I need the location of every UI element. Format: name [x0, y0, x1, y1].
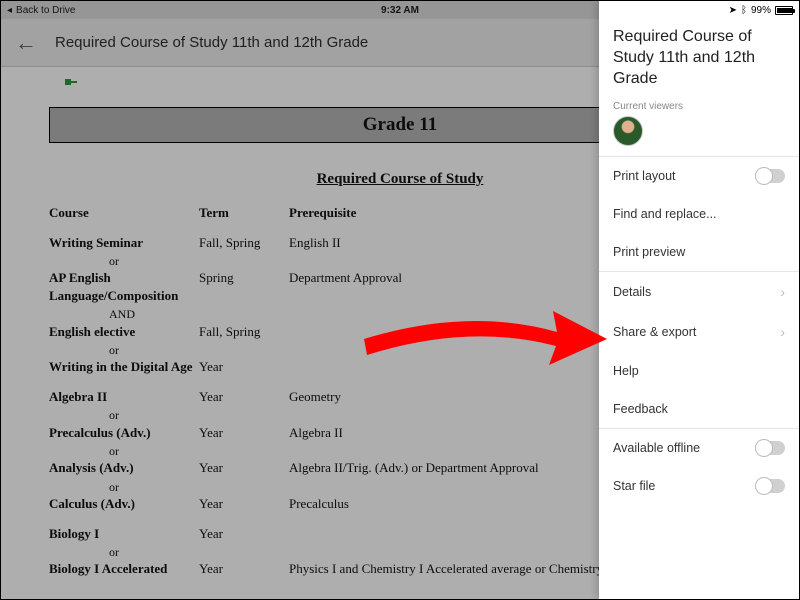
- battery-pct: 99%: [751, 5, 771, 16]
- menu-label: Feedback: [613, 402, 668, 416]
- course-term: Year: [199, 560, 289, 578]
- location-icon: ➤: [729, 5, 737, 16]
- menu-label: Share & export: [613, 325, 696, 339]
- course-name: Writing Seminar: [49, 234, 199, 252]
- menu-label: Available offline: [613, 441, 700, 455]
- menu-help[interactable]: Help: [599, 352, 799, 390]
- course-name: Precalculus (Adv.): [49, 424, 199, 442]
- course-term: Year: [199, 495, 289, 513]
- annotation-arrow: [359, 299, 609, 389]
- back-to-drive-link[interactable]: ◂ Back to Drive: [7, 5, 76, 16]
- col-header-course: Course: [49, 204, 199, 222]
- course-name: English elective: [49, 323, 199, 341]
- panel-title: Required Course of Study 11th and 12th G…: [599, 19, 799, 101]
- clock: 9:32 AM: [381, 5, 419, 16]
- menu-star-file[interactable]: Star file: [599, 467, 799, 505]
- doc-title: Required Course of Study 11th and 12th G…: [55, 34, 368, 51]
- course-name: Writing in the Digital Age: [49, 358, 199, 376]
- course-term: Year: [199, 424, 289, 442]
- course-term: Year: [199, 358, 289, 376]
- course-name: Analysis (Adv.): [49, 459, 199, 477]
- back-arrow-icon[interactable]: ←: [15, 30, 37, 56]
- side-panel: ➤ ᛒ 99% Required Course of Study 11th an…: [599, 1, 799, 599]
- course-term: Year: [199, 388, 289, 406]
- toggle-star-file[interactable]: [757, 479, 785, 493]
- course-name: AP English Language/Composition: [49, 269, 199, 304]
- menu-label: Star file: [613, 479, 655, 493]
- menu-details[interactable]: Details ›: [599, 272, 799, 312]
- bluetooth-icon: ᛒ: [741, 5, 747, 16]
- course-name: Biology I Accelerated: [49, 560, 199, 578]
- course-term: Fall, Spring: [199, 234, 289, 252]
- menu-print-layout[interactable]: Print layout: [599, 157, 799, 195]
- course-term: Spring: [199, 269, 289, 304]
- menu-share-export[interactable]: Share & export ›: [599, 312, 799, 352]
- menu-find-replace[interactable]: Find and replace...: [599, 195, 799, 233]
- viewers-label: Current viewers: [599, 101, 799, 112]
- course-name: Biology I: [49, 525, 199, 543]
- battery-icon: [775, 6, 793, 15]
- toggle-available-offline[interactable]: [757, 441, 785, 455]
- toggle-print-layout[interactable]: [757, 169, 785, 183]
- col-header-term: Term: [199, 204, 289, 222]
- chevron-right-icon: ›: [780, 324, 785, 340]
- cursor-marker: [65, 79, 71, 85]
- viewer-avatar[interactable]: [613, 116, 643, 146]
- course-name: Algebra II: [49, 388, 199, 406]
- menu-label: Print layout: [613, 169, 676, 183]
- menu-label: Details: [613, 285, 651, 299]
- menu-print-preview[interactable]: Print preview: [599, 233, 799, 271]
- course-name: Calculus (Adv.): [49, 495, 199, 513]
- menu-label: Help: [613, 364, 639, 378]
- menu-available-offline[interactable]: Available offline: [599, 429, 799, 467]
- course-term: Year: [199, 459, 289, 477]
- menu-label: Find and replace...: [613, 207, 717, 221]
- menu-label: Print preview: [613, 245, 685, 259]
- course-term: Fall, Spring: [199, 323, 289, 341]
- menu-feedback[interactable]: Feedback: [599, 390, 799, 428]
- back-link-label: Back to Drive: [16, 5, 75, 16]
- course-term: Year: [199, 525, 289, 543]
- chevron-right-icon: ›: [780, 284, 785, 300]
- chevron-left-icon: ◂: [7, 5, 12, 16]
- panel-statusbar: ➤ ᛒ 99%: [599, 1, 799, 19]
